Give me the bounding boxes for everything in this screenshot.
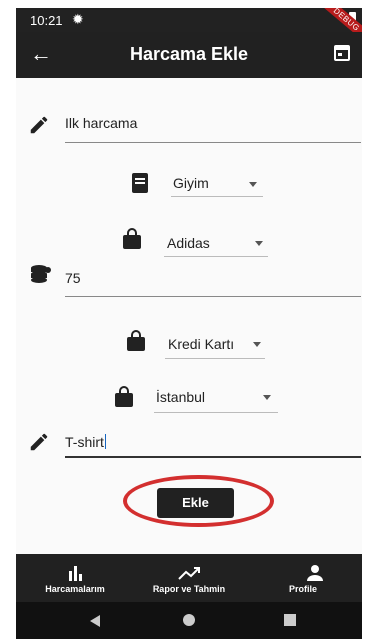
brand-dropdown[interactable]: Adidas: [167, 235, 210, 251]
system-back-icon[interactable]: [90, 615, 100, 627]
chevron-down-icon[interactable]: [249, 182, 257, 187]
chevron-down-icon[interactable]: [253, 342, 261, 347]
payment-method-dropdown[interactable]: Kredi Kartı: [168, 336, 234, 352]
book-icon: [132, 173, 148, 193]
chevron-down-icon[interactable]: [263, 395, 271, 400]
status-bar: 10:21 ✹ DEBUG: [16, 8, 362, 48]
payment-dropdown-underline: [165, 358, 265, 359]
brand-dropdown-underline: [164, 256, 268, 257]
title-input-underline: [65, 142, 361, 143]
nav-item-harcamalarim[interactable]: Harcamalarım: [20, 554, 130, 602]
amount-input[interactable]: 75: [65, 270, 81, 286]
nav-label: Harcamalarım: [45, 584, 105, 594]
text-cursor: [104, 434, 106, 449]
note-input[interactable]: T-shirt: [65, 434, 106, 450]
shopping-bag-icon: [127, 330, 145, 351]
app-bar: ← Harcama Ekle: [16, 32, 362, 78]
shopping-bag-icon: [115, 386, 133, 407]
pencil-icon: [30, 433, 48, 451]
nav-item-rapor[interactable]: Rapor ve Tahmin: [134, 554, 244, 602]
calendar-icon[interactable]: [334, 45, 350, 61]
note-input-underline: [65, 456, 361, 458]
bottom-navigation: Harcamalarım Rapor ve Tahmin Profile: [16, 554, 362, 602]
system-home-icon[interactable]: [183, 614, 195, 626]
city-dropdown-underline: [154, 412, 278, 413]
system-navigation-bar: [16, 602, 362, 639]
screenshot-frame: 10:21 ✹ DEBUG ← Harcama Ekle Ilk harcama…: [0, 0, 376, 639]
nav-item-profile[interactable]: Profile: [248, 554, 358, 602]
highlight-circle: [123, 475, 274, 527]
person-icon: [307, 565, 323, 581]
title-input[interactable]: Ilk harcama: [65, 115, 137, 131]
pencil-icon: [30, 116, 48, 134]
chevron-down-icon[interactable]: [255, 241, 263, 246]
nav-label: Profile: [288, 584, 317, 594]
phone-screen: 10:21 ✹ DEBUG ← Harcama Ekle Ilk harcama…: [16, 8, 362, 639]
system-recents-icon[interactable]: [284, 614, 296, 626]
coins-icon: [31, 265, 51, 283]
category-dropdown-underline: [171, 196, 263, 197]
nav-label: Rapor ve Tahmin: [152, 584, 226, 594]
shopping-bag-icon: [123, 228, 141, 249]
amount-input-underline: [65, 296, 361, 297]
settings-gear-icon: ✹: [72, 11, 84, 27]
bar-chart-icon: [69, 566, 82, 581]
category-dropdown[interactable]: Giyim: [173, 175, 209, 191]
city-dropdown[interactable]: İstanbul: [156, 389, 205, 405]
note-input-value: T-shirt: [65, 434, 104, 450]
trending-up-icon: [178, 567, 200, 580]
status-time: 10:21: [30, 13, 63, 28]
page-title: Harcama Ekle: [129, 44, 249, 64]
